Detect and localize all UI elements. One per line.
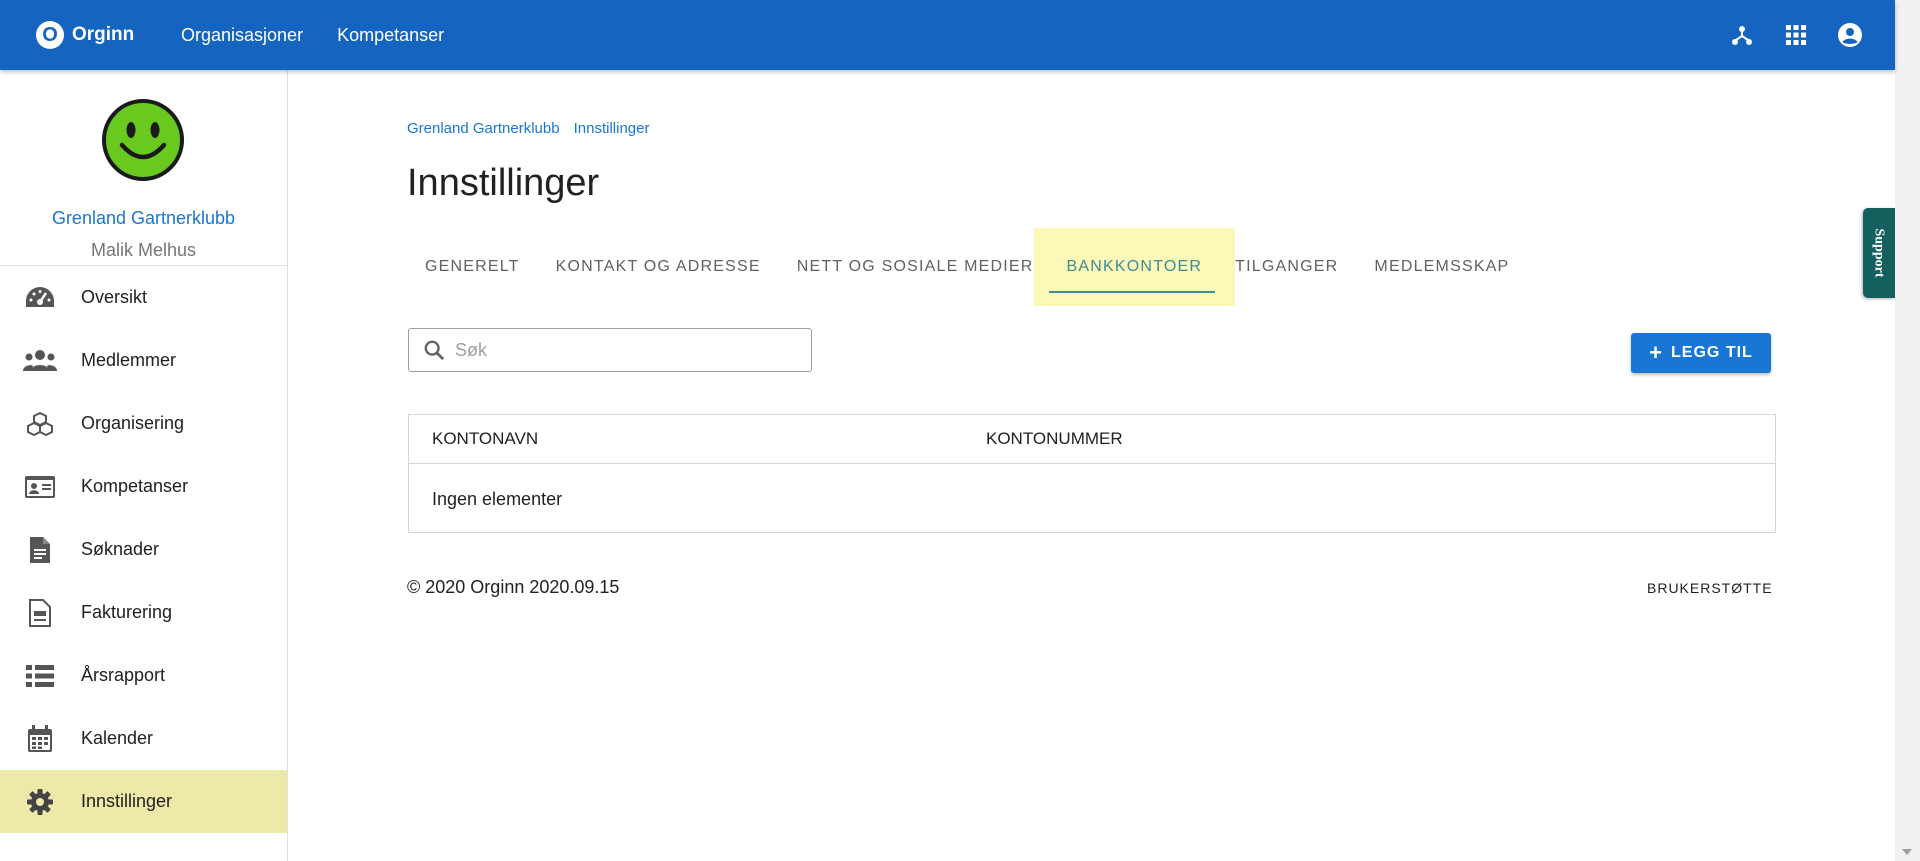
sidebar-item-kompetanser[interactable]: Kompetanser: [0, 455, 287, 518]
scrollbar[interactable]: [1895, 0, 1920, 861]
sidebar-item-label: Oversikt: [81, 287, 148, 307]
add-button-label: LEGG TIL: [1671, 344, 1753, 361]
people-icon: [23, 344, 57, 378]
support-tab-label: Support: [1872, 228, 1887, 278]
scroll-down-arrow[interactable]: [1902, 849, 1912, 855]
breadcrumb: Grenland Gartnerklubb Innstillinger: [407, 120, 663, 137]
bank-accounts-table: KONTONAVN KONTONUMMER Ingen elementer: [408, 414, 1776, 533]
document-icon: [23, 533, 57, 567]
footer-support-link[interactable]: BRUKERSTØTTE: [1647, 580, 1773, 596]
avatar: [102, 99, 184, 181]
footer-copyright: © 2020 Orginn 2020.09.15: [407, 577, 620, 597]
cubes-icon: [23, 407, 57, 441]
search-field[interactable]: [408, 328, 812, 372]
search-icon: [424, 340, 445, 361]
tab-medlemsskap[interactable]: MEDLEMSSKAP: [1356, 228, 1527, 306]
nav-kompetanser[interactable]: Kompetanser: [337, 25, 444, 46]
empty-state: Ingen elementer: [432, 488, 563, 509]
brand-name: Orginn: [72, 24, 135, 45]
tab-bankkontoer[interactable]: BANKKONTOER: [1033, 228, 1236, 306]
sidebar: Grenland Gartnerklubb Malik Melhus Overs…: [0, 70, 288, 861]
top-nav: Organisasjoner Kompetanser: [181, 0, 478, 70]
app-bar: O Orginn Organisasjoner Kompetanser: [0, 0, 1895, 70]
sidebar-menu: Oversikt Medlemmer Organisering Kompetan…: [0, 266, 287, 833]
invoice-icon: [23, 596, 57, 630]
sidebar-item-label: Innstillinger: [81, 791, 173, 811]
breadcrumb-item[interactable]: Innstillinger: [574, 120, 650, 137]
sidebar-item-label: Søknader: [81, 539, 160, 559]
sidebar-item-oversikt[interactable]: Oversikt: [0, 266, 287, 329]
org-name[interactable]: Grenland Gartnerklubb: [0, 208, 287, 229]
column-header-kontonavn[interactable]: KONTONAVN: [432, 429, 538, 449]
tab-tilganger[interactable]: TILGANGER: [1235, 228, 1356, 306]
sidebar-item-medlemmer[interactable]: Medlemmer: [0, 329, 287, 392]
active-tab-indicator: [1048, 291, 1216, 293]
main-content: Grenland Gartnerklubb Innstillinger Inns…: [288, 70, 1895, 861]
brand-badge: O: [36, 21, 64, 49]
tab-nett-og-sosiale-medier[interactable]: NETT OG SOSIALE MEDIER: [779, 228, 1052, 306]
apps-grid-icon[interactable]: [1781, 20, 1811, 50]
sidebar-item-label: Fakturering: [81, 602, 173, 622]
add-button[interactable]: + LEGG TIL: [1631, 333, 1771, 373]
breadcrumb-item[interactable]: Grenland Gartnerklubb: [407, 120, 560, 137]
id-card-icon: [23, 470, 57, 504]
sidebar-item-label: Organisering: [81, 413, 185, 433]
page-title: Innstillinger: [407, 162, 600, 204]
support-tab[interactable]: Support: [1863, 208, 1895, 298]
account-circle-icon[interactable]: [1835, 20, 1865, 50]
sidebar-item-arsrapport[interactable]: Årsrapport: [0, 644, 287, 707]
sidebar-item-label: Årsrapport: [81, 665, 166, 685]
sidebar-item-organisering[interactable]: Organisering: [0, 392, 287, 455]
hierarchy-icon[interactable]: [1727, 20, 1757, 50]
plus-icon: +: [1649, 340, 1664, 365]
nav-organisasjoner[interactable]: Organisasjoner: [181, 25, 303, 46]
search-input[interactable]: [453, 338, 797, 362]
sidebar-item-kalender[interactable]: Kalender: [0, 707, 287, 770]
column-header-kontonummer[interactable]: KONTONUMMER: [986, 429, 1123, 449]
table-header: KONTONAVN KONTONUMMER: [409, 415, 1775, 464]
sidebar-item-label: Kalender: [81, 728, 154, 748]
speedometer-icon: [23, 281, 57, 315]
tab-generelt[interactable]: GENERELT: [407, 228, 538, 306]
gear-icon: [23, 785, 57, 819]
sidebar-item-fakturering[interactable]: Fakturering: [0, 581, 287, 644]
settings-tabs: GENERELT KONTAKT OG ADRESSE NETT OG SOSI…: [407, 228, 1527, 306]
sidebar-item-innstillinger[interactable]: Innstillinger: [0, 770, 287, 833]
top-icons: [1703, 0, 1865, 70]
brand-logo[interactable]: O Orginn: [36, 21, 134, 49]
sidebar-item-label: Medlemmer: [81, 350, 177, 370]
user-name: Malik Melhus: [90, 240, 197, 260]
tab-label: BANKKONTOER: [1066, 258, 1203, 275]
list-icon: [23, 659, 57, 693]
tab-kontakt-og-adresse[interactable]: KONTAKT OG ADRESSE: [538, 228, 779, 306]
sidebar-item-label: Kompetanser: [81, 476, 189, 496]
sidebar-item-soknader[interactable]: Søknader: [0, 518, 287, 581]
calendar-icon: [23, 722, 57, 756]
